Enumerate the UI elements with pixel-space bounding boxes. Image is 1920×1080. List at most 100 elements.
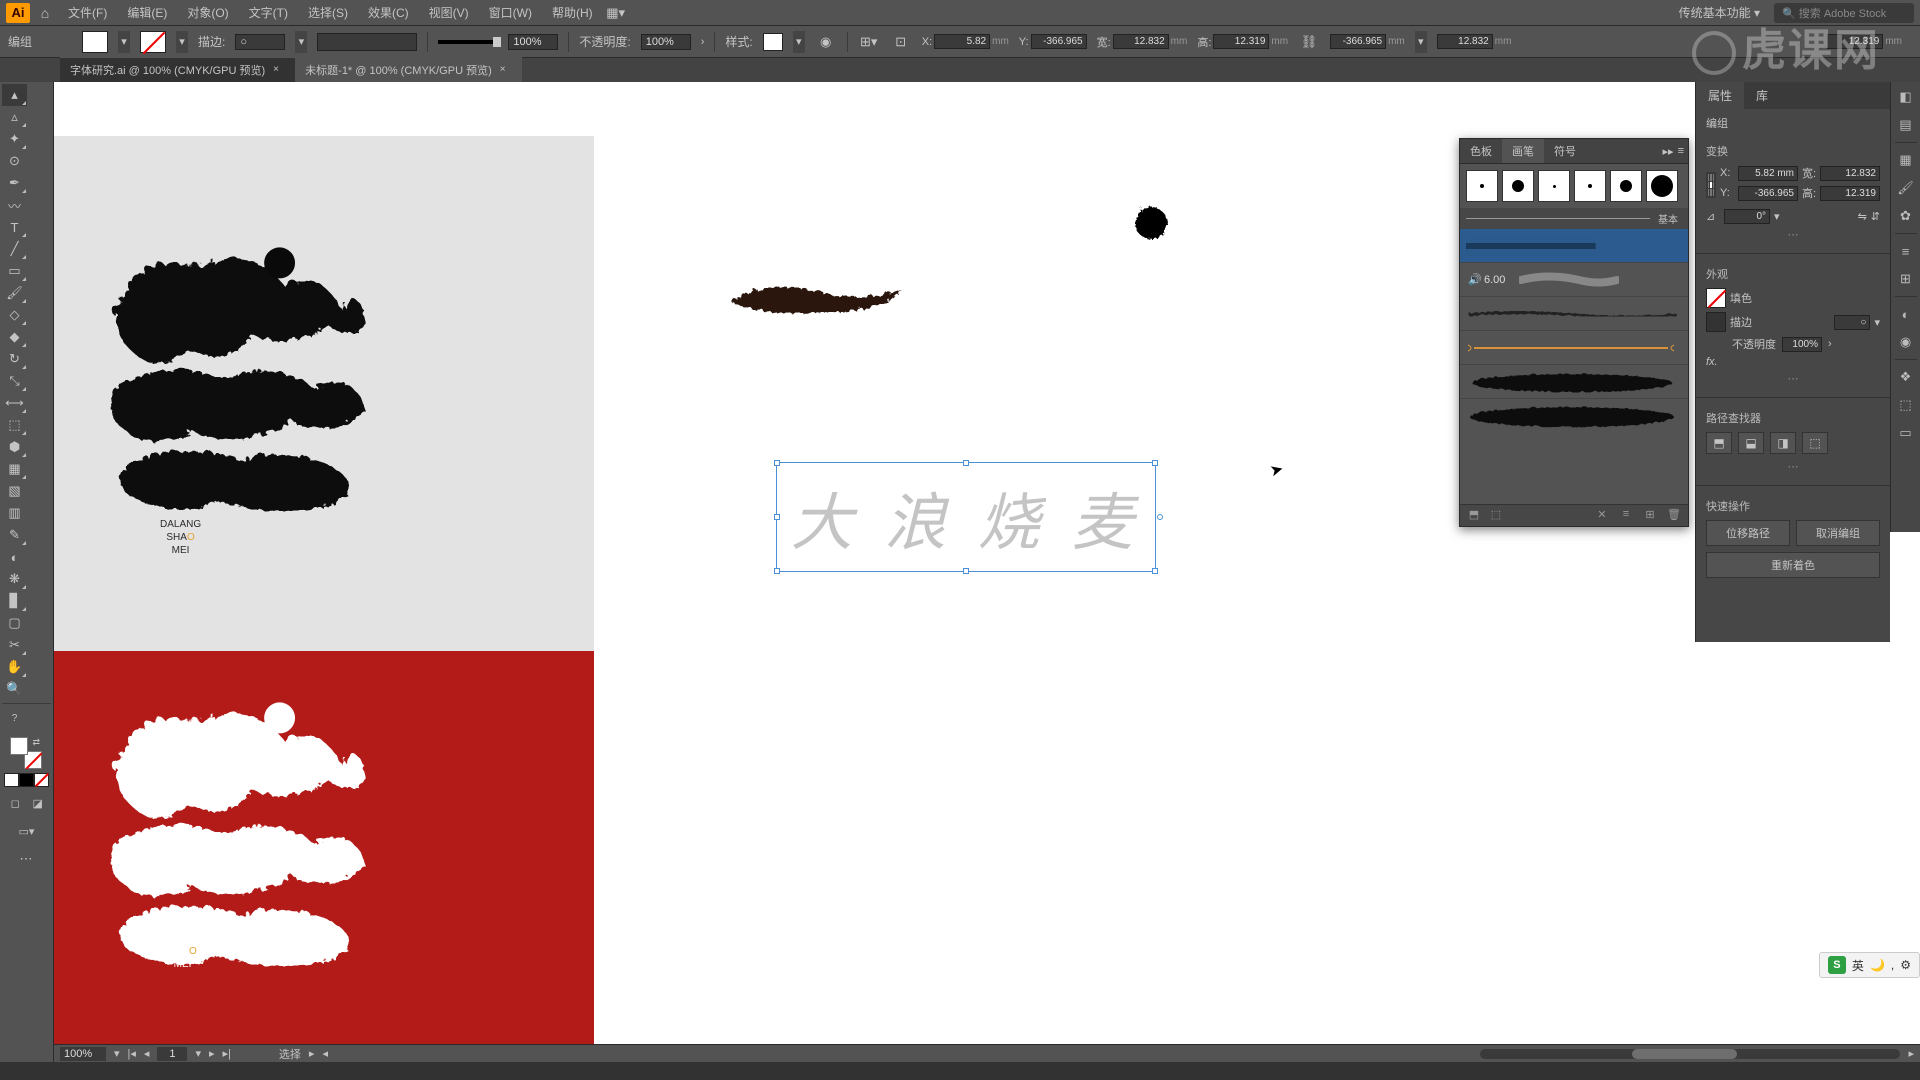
prop-opacity[interactable]: 100% bbox=[1782, 337, 1822, 352]
delete-brush-icon[interactable]: 🗑 bbox=[1666, 508, 1682, 524]
intersect-icon[interactable]: ◨ bbox=[1770, 432, 1796, 454]
flip-h-icon[interactable]: ⇋ bbox=[1858, 210, 1867, 223]
brush-art-4[interactable] bbox=[1460, 330, 1688, 364]
libraries-icon[interactable]: ⬚ bbox=[1488, 508, 1504, 524]
asset-export-icon[interactable]: ⬚ bbox=[1895, 394, 1917, 416]
options-icon[interactable]: ≡ bbox=[1618, 508, 1634, 524]
eraser-tool[interactable]: ◆ bbox=[2, 326, 27, 348]
brush-basic[interactable]: 基本 bbox=[1460, 208, 1688, 228]
more-transform-icon[interactable]: ⋯ bbox=[1706, 228, 1880, 241]
ime-indicator[interactable]: S 英 🌙 , ⚙ bbox=[1819, 952, 1920, 978]
offset-path-button[interactable]: 位移路径 bbox=[1706, 520, 1790, 546]
brush-round-5[interactable] bbox=[1610, 170, 1642, 202]
gradient-panel-icon[interactable]: ▤ bbox=[1895, 114, 1917, 136]
swatches-panel-icon[interactable]: ▦ bbox=[1895, 149, 1917, 171]
layers-panel-icon[interactable]: ❖ bbox=[1895, 366, 1917, 388]
h-scrollbar[interactable] bbox=[1480, 1049, 1900, 1059]
fill-color[interactable] bbox=[10, 737, 28, 755]
color-mode-none[interactable] bbox=[34, 773, 49, 787]
nav-last-icon[interactable]: ▸| bbox=[223, 1047, 231, 1060]
fill-dropdown[interactable]: ▾ bbox=[118, 31, 130, 53]
swap-colors-icon[interactable]: ⇄ bbox=[32, 737, 40, 748]
status-dd[interactable]: ▸ bbox=[309, 1047, 315, 1060]
new-brush-icon[interactable]: ⊞ bbox=[1642, 508, 1658, 524]
w-value[interactable]: 12.832 bbox=[1113, 34, 1169, 49]
workspace-switcher[interactable]: 传统基本功能 ▾ bbox=[1673, 2, 1766, 23]
link-dd[interactable]: ▾ bbox=[1415, 31, 1427, 53]
shape-builder-tool[interactable]: ⬢ bbox=[2, 436, 27, 458]
pen-tool[interactable]: ✒ bbox=[2, 172, 27, 194]
artboards-panel-icon[interactable]: ▭ bbox=[1895, 422, 1917, 444]
width-tool[interactable]: ⟷ bbox=[2, 392, 27, 414]
brush-art-6[interactable] bbox=[1460, 398, 1688, 432]
type-tool[interactable]: T bbox=[2, 216, 27, 238]
scroll-right-icon[interactable]: ▸ bbox=[1908, 1047, 1914, 1060]
menu-window[interactable]: 窗口(W) bbox=[481, 1, 540, 24]
exclude-icon[interactable]: ⬚ bbox=[1802, 432, 1828, 454]
brush-round-4[interactable] bbox=[1574, 170, 1606, 202]
prop-y[interactable]: -366.965 bbox=[1738, 186, 1798, 201]
stroke-swatch[interactable] bbox=[140, 31, 166, 53]
stroke-dropdown[interactable]: ▾ bbox=[176, 31, 188, 53]
shaper-tool[interactable]: ◇ bbox=[2, 304, 27, 326]
more-appearance-icon[interactable]: ⋯ bbox=[1706, 372, 1880, 385]
fill-stroke-box[interactable]: ⇄ bbox=[10, 737, 42, 769]
nav-prev-icon[interactable]: ◂ bbox=[144, 1047, 150, 1060]
color-mode-gradient[interactable] bbox=[19, 773, 34, 787]
ime-gear-icon[interactable]: ⚙ bbox=[1900, 958, 1911, 972]
prop-stroke-swatch[interactable] bbox=[1706, 312, 1726, 332]
brush-round-6[interactable] bbox=[1646, 170, 1678, 202]
doc-tab-1[interactable]: 字体研究.ai @ 100% (CMYK/GPU 预览) × bbox=[60, 57, 295, 82]
menu-select[interactable]: 选择(S) bbox=[300, 1, 356, 24]
arrange-docs-icon[interactable]: ▦▾ bbox=[605, 2, 627, 24]
y-value[interactable]: -366.965 bbox=[1031, 34, 1087, 49]
artboard-tool[interactable]: ▢ bbox=[2, 612, 27, 634]
menu-effect[interactable]: 效果(C) bbox=[360, 1, 417, 24]
color-panel-icon[interactable]: ◧ bbox=[1895, 86, 1917, 108]
curvature-tool[interactable]: 〰 bbox=[2, 194, 27, 216]
draw-behind[interactable]: ◪ bbox=[27, 795, 50, 811]
ungroup-button[interactable]: 取消编组 bbox=[1796, 520, 1880, 546]
screen-mode[interactable]: ▭▾ bbox=[4, 823, 49, 839]
blend-tool[interactable]: ◐ bbox=[2, 546, 27, 568]
lasso-tool[interactable]: ⊙ bbox=[2, 150, 27, 172]
color-mode-solid[interactable] bbox=[4, 773, 19, 787]
brushes-panel-icon[interactable]: 🖌 bbox=[1895, 177, 1917, 199]
profile-select[interactable] bbox=[317, 33, 417, 51]
brush-art-2[interactable]: 🔊 6.00 bbox=[1460, 262, 1688, 296]
free-transform-tool[interactable]: ⬚ bbox=[2, 414, 27, 436]
selection-bbox[interactable]: 大 浪 烧 麦 bbox=[776, 462, 1156, 572]
menu-object[interactable]: 对象(O) bbox=[179, 1, 236, 24]
symbols-panel-icon[interactable]: ✿ bbox=[1895, 205, 1917, 227]
home-icon[interactable]: ⌂ bbox=[34, 5, 56, 21]
brush-round-1[interactable] bbox=[1466, 170, 1498, 202]
scale-value[interactable]: 100% bbox=[508, 34, 558, 50]
menu-file[interactable]: 文件(F) bbox=[60, 1, 115, 24]
edit-toolbar-icon[interactable]: ⋯ bbox=[2, 851, 50, 867]
h-value[interactable]: 12.319 bbox=[1213, 34, 1269, 49]
nav-first-icon[interactable]: |◂ bbox=[128, 1047, 136, 1060]
stroke-weight[interactable]: ○ bbox=[235, 34, 285, 50]
eyedropper-tool[interactable]: ✎ bbox=[2, 524, 27, 546]
direct-selection-tool[interactable]: ▵ bbox=[2, 106, 27, 128]
transparency-panel-icon[interactable]: ◐ bbox=[1895, 303, 1917, 325]
style-dd[interactable]: ▾ bbox=[793, 31, 805, 53]
stroke-dd[interactable]: ▾ bbox=[1874, 316, 1880, 329]
slice-tool[interactable]: ✂ bbox=[2, 634, 27, 656]
paintbrush-tool[interactable]: 🖌 bbox=[2, 282, 27, 304]
perspective-tool[interactable]: ▦ bbox=[2, 458, 27, 480]
recolor-button[interactable]: 重新着色 bbox=[1706, 552, 1880, 578]
align-panel-icon[interactable]: ⊞ bbox=[1895, 268, 1917, 290]
symbol-sprayer-tool[interactable]: ❋ bbox=[2, 568, 27, 590]
mesh-tool[interactable]: ▧ bbox=[2, 480, 27, 502]
opacity-slider[interactable] bbox=[438, 40, 498, 44]
fill-swatch[interactable] bbox=[82, 31, 108, 53]
align-icon[interactable]: ⊞▾ bbox=[858, 31, 880, 53]
draw-normal[interactable]: ◻ bbox=[4, 795, 27, 811]
unite-icon[interactable]: ⬒ bbox=[1706, 432, 1732, 454]
x-value[interactable]: 5.82 bbox=[934, 34, 990, 49]
close-icon[interactable]: × bbox=[273, 64, 285, 76]
brush-round-2[interactable] bbox=[1502, 170, 1534, 202]
hand-tool[interactable]: ✋ bbox=[2, 656, 27, 678]
collapse-icon[interactable]: ▸▸ bbox=[1663, 145, 1674, 158]
